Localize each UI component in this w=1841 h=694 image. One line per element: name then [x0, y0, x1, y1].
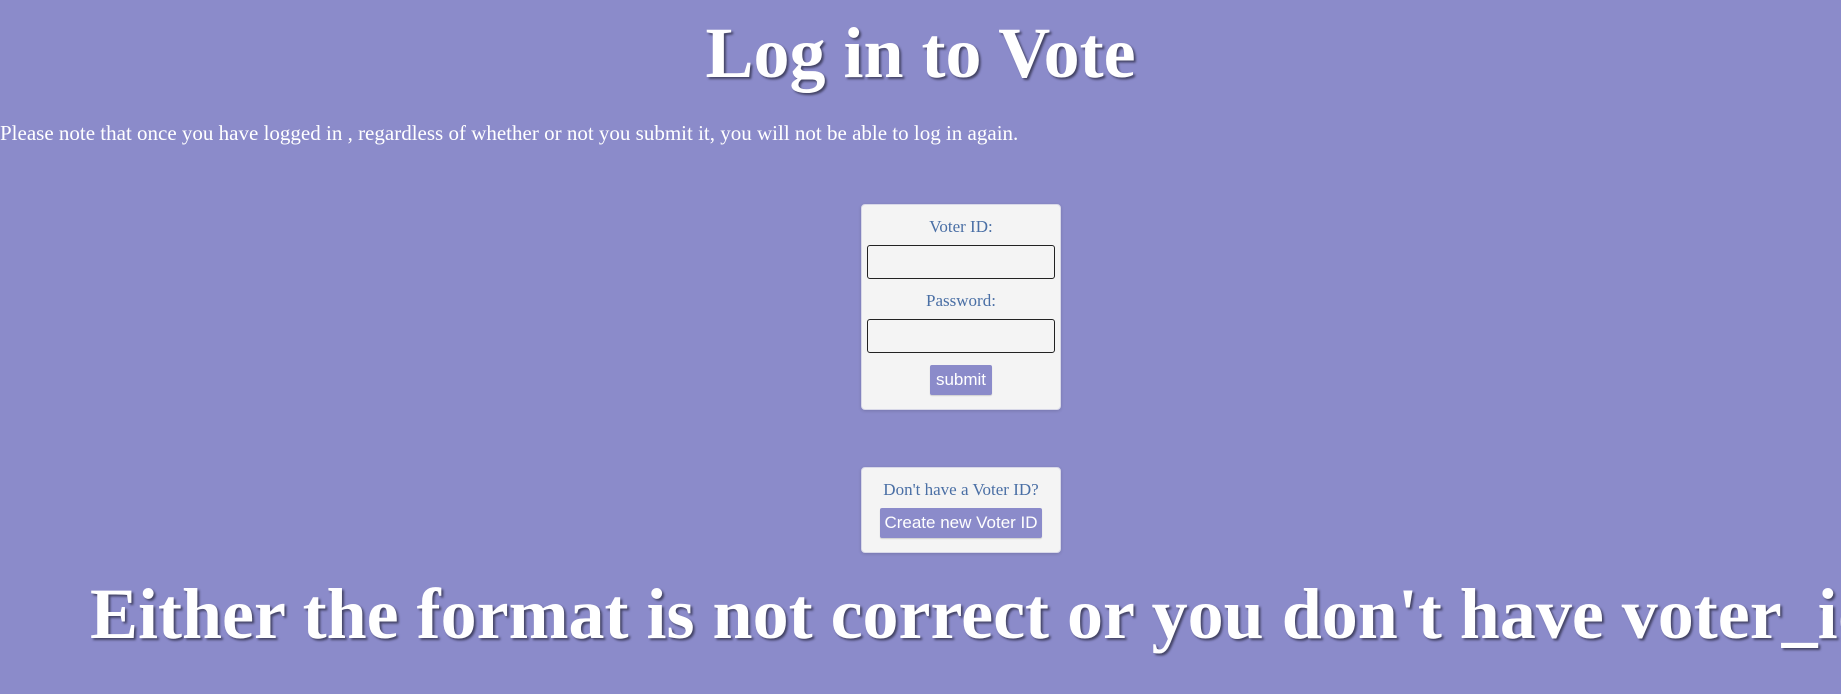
voter-id-label: Voter ID:: [929, 217, 993, 236]
submit-button[interactable]: submit: [930, 365, 992, 395]
password-label: Password:: [926, 291, 996, 310]
create-voter-id-button[interactable]: Create new Voter ID: [880, 508, 1042, 538]
password-input[interactable]: [867, 319, 1055, 353]
error-message: Either the format is not correct or you …: [90, 574, 1841, 654]
login-form: Voter ID: Password: submit: [861, 204, 1061, 410]
no-voter-id-prompt: Don't have a Voter ID?: [883, 480, 1039, 499]
voter-id-input[interactable]: [867, 245, 1055, 279]
page-title: Log in to Vote: [705, 13, 1136, 93]
signup-card: Don't have a Voter ID? Create new Voter …: [861, 467, 1061, 553]
login-note: Please note that once you have logged in…: [0, 121, 1019, 145]
